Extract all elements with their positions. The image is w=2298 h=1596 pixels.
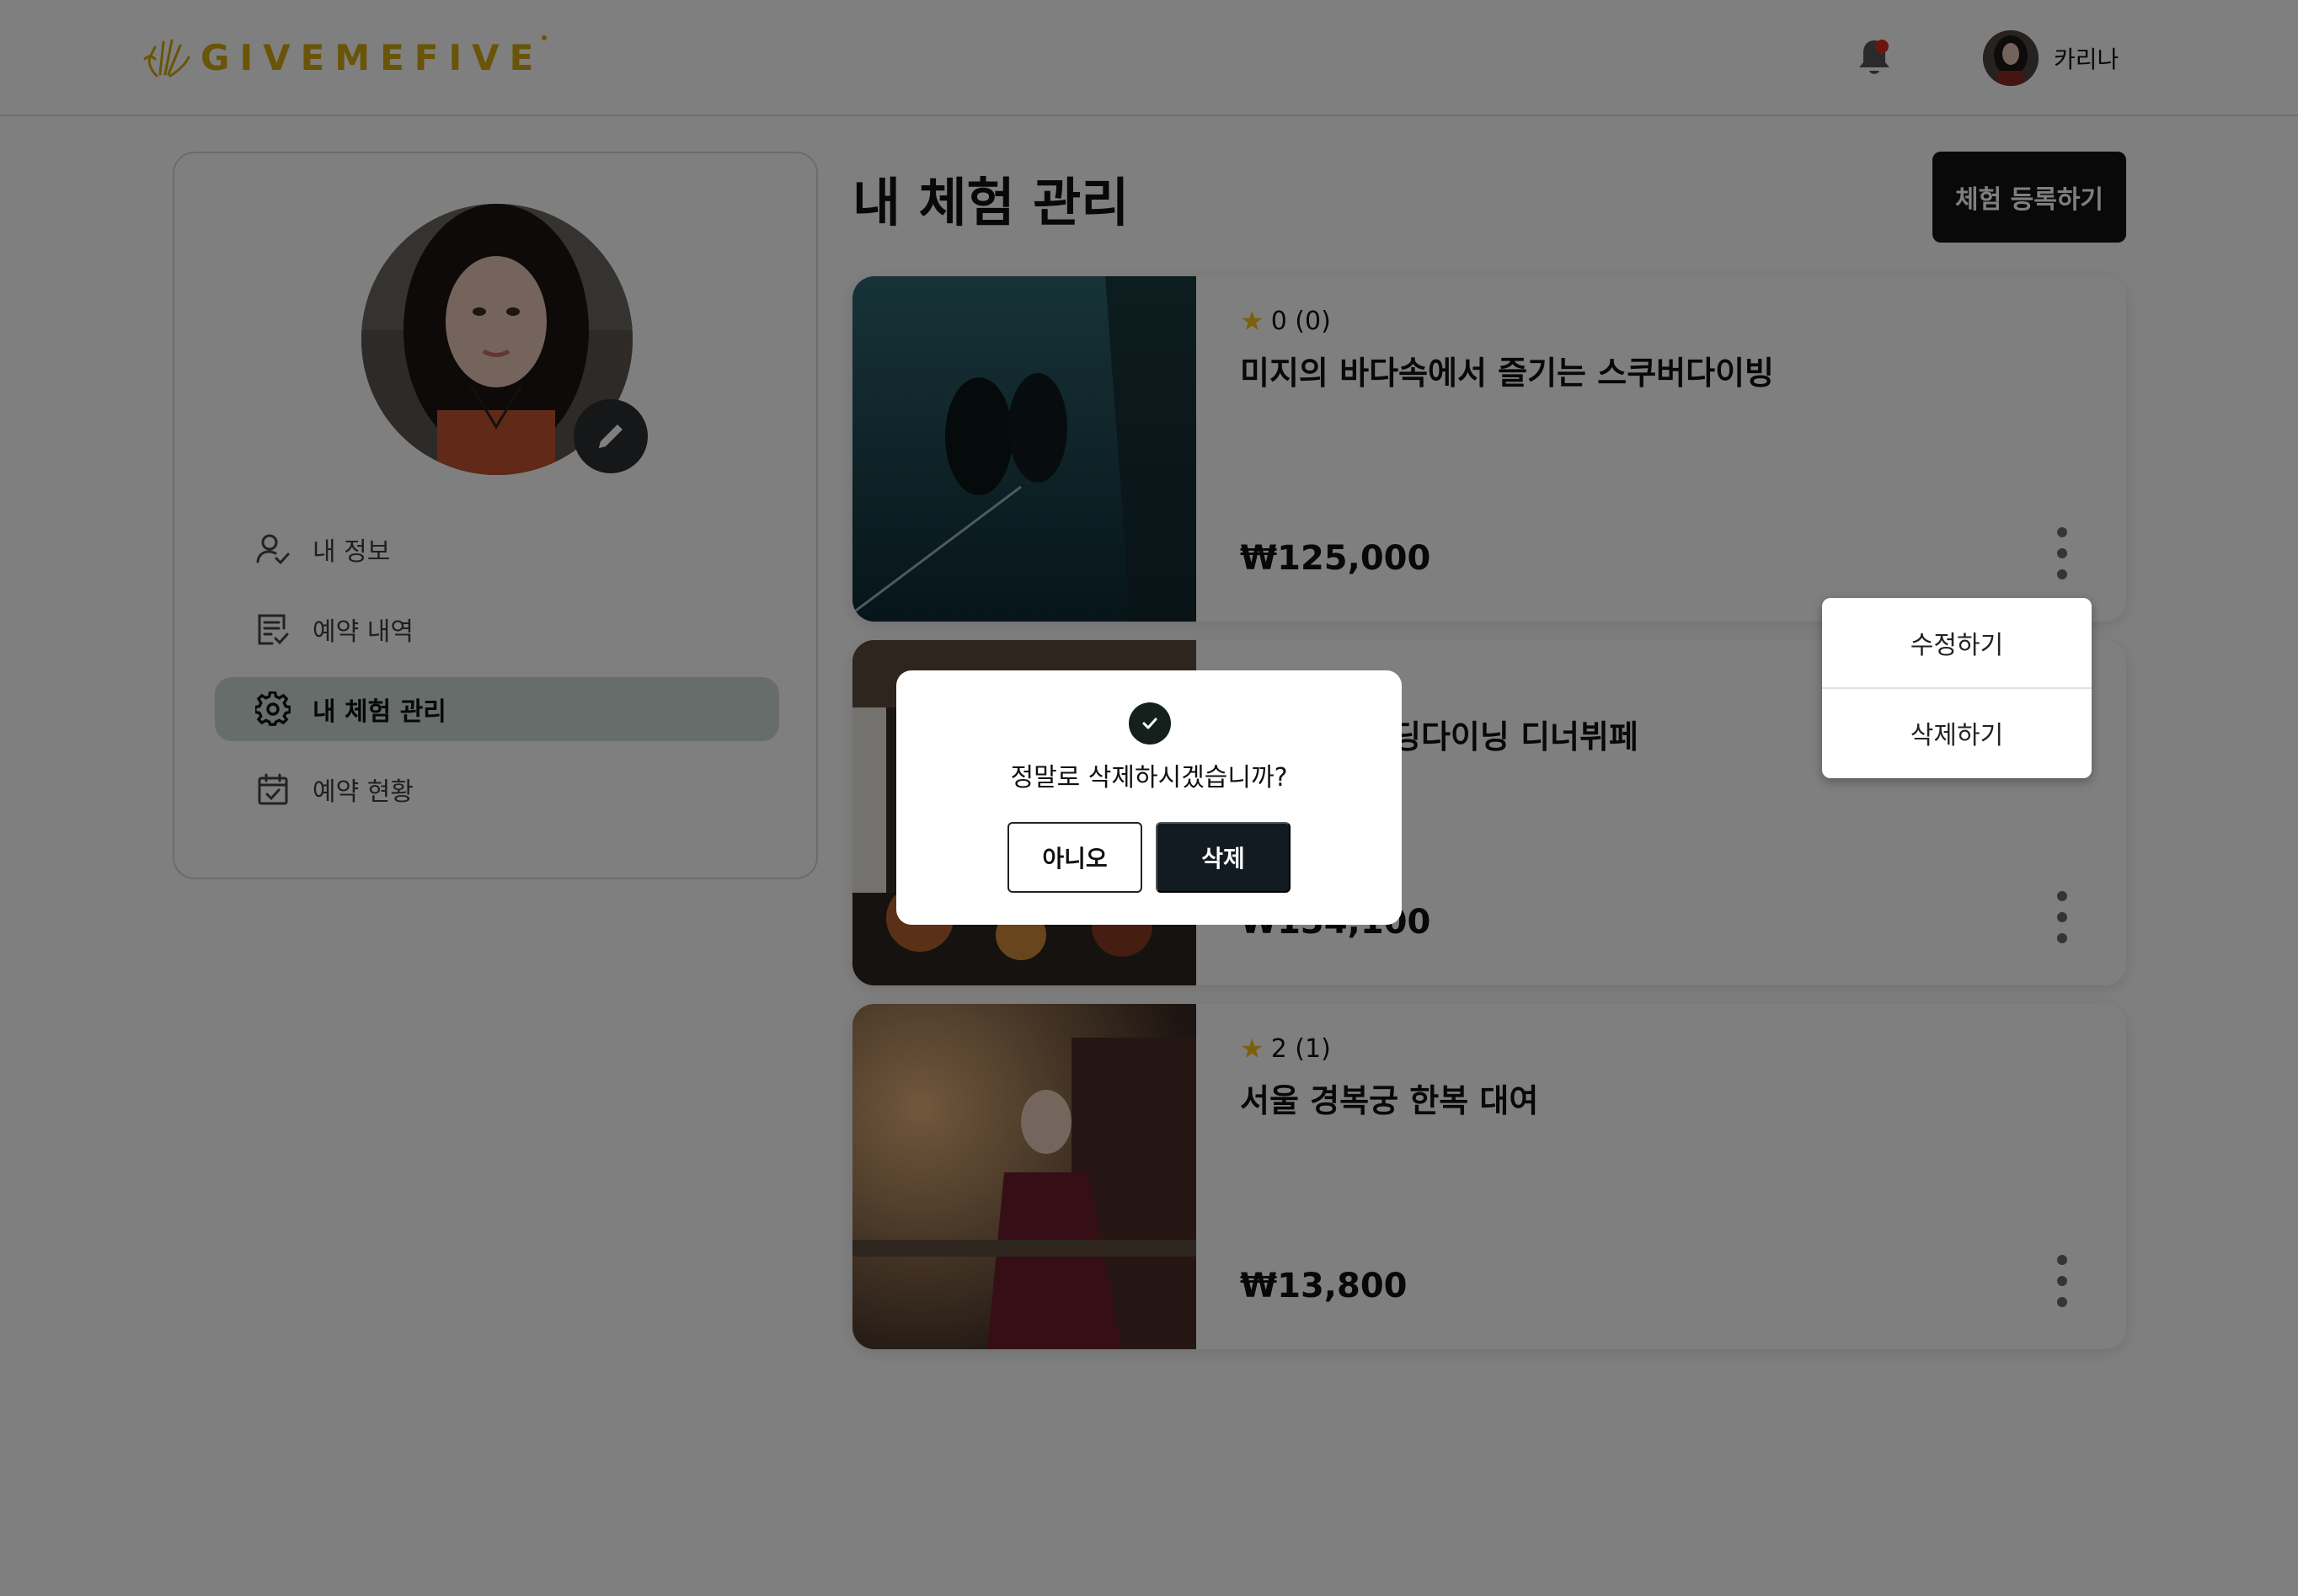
delete-confirm-dialog: 정말로 삭제하시겠습니까? 아니오 삭제 xyxy=(896,670,1402,925)
confirm-delete-button[interactable]: 삭제 xyxy=(1156,822,1291,893)
delete-menu-item[interactable]: 삭제하기 xyxy=(1822,687,2092,777)
dialog-message: 정말로 삭제하시겠습니까? xyxy=(1010,763,1288,793)
cancel-button[interactable]: 아니오 xyxy=(1007,822,1142,893)
edit-menu-item[interactable]: 수정하기 xyxy=(1822,598,2092,687)
card-options-menu: 수정하기 삭제하기 xyxy=(1822,598,2092,778)
check-circle-icon xyxy=(1129,702,1171,745)
